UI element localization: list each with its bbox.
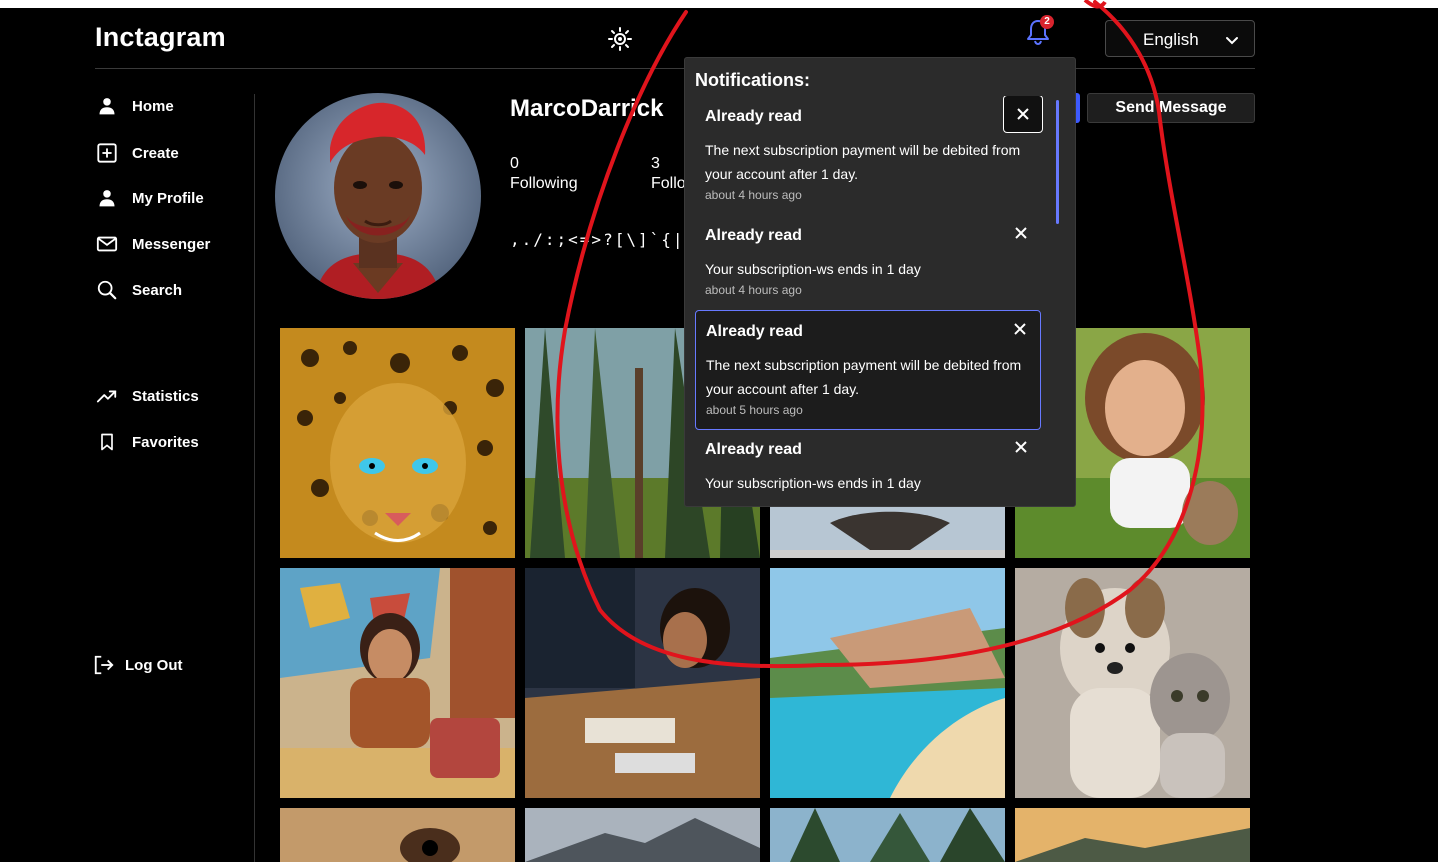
sidebar-item-label: Messenger xyxy=(132,235,211,253)
sidebar-item-home[interactable]: Home xyxy=(95,94,174,118)
logout-button[interactable]: Log Out xyxy=(92,653,182,677)
bookmark-icon xyxy=(95,430,119,454)
sidebar: Home Create My Profile Messenger Search … xyxy=(92,94,255,862)
notification-title: Already read xyxy=(705,441,802,458)
sidebar-item-statistics[interactable]: Statistics xyxy=(95,384,199,408)
person-icon xyxy=(95,94,119,118)
notification-title: Already read xyxy=(705,227,802,244)
notification-title: Already read xyxy=(706,323,803,340)
notification-time: about 4 hours ago xyxy=(705,188,802,202)
avatar[interactable] xyxy=(275,93,481,299)
header: Inctagram 2 English xyxy=(95,8,1255,69)
notification-title: Already read xyxy=(705,108,802,125)
sidebar-item-label: Favorites xyxy=(132,433,199,451)
sidebar-item-create[interactable]: Create xyxy=(95,141,179,165)
following-label: Following xyxy=(510,175,578,192)
sidebar-item-messenger[interactable]: Messenger xyxy=(95,232,210,256)
sidebar-item-search[interactable]: Search xyxy=(95,278,182,302)
language-select[interactable]: English xyxy=(1105,20,1255,57)
notification-body: Your subscription-ws ends in 1 day xyxy=(705,261,921,277)
post-image-mountain-clouds[interactable] xyxy=(525,808,760,862)
post-image-dog-cat[interactable] xyxy=(1015,568,1250,798)
language-select-value: English xyxy=(1143,30,1199,49)
mail-icon xyxy=(95,232,119,256)
send-message-button[interactable]: Send Message xyxy=(1087,93,1255,123)
close-icon[interactable] xyxy=(1013,225,1033,245)
post-image-dog-closeup[interactable] xyxy=(280,808,515,862)
notification-count-badge: 2 xyxy=(1040,15,1054,29)
notification-time: about 5 hours ago xyxy=(706,403,803,417)
following-stat[interactable]: 0 Following xyxy=(510,154,578,194)
app-logo[interactable]: Inctagram xyxy=(95,22,226,53)
notification-time: about 4 hours ago xyxy=(705,283,802,297)
sidebar-item-label: Search xyxy=(132,281,183,299)
notifications-scrollbar[interactable] xyxy=(1056,100,1059,224)
notification-item[interactable]: Already read Your subscription-ws ends i… xyxy=(695,429,1041,506)
logout-icon xyxy=(92,653,116,677)
search-icon xyxy=(95,278,119,302)
logout-label: Log Out xyxy=(125,656,183,674)
profile-bio: ,./:;<=>?[\]`{|} xyxy=(510,230,697,249)
browser-top-strip xyxy=(0,0,1438,8)
plus-square-icon xyxy=(95,141,119,165)
person-icon xyxy=(95,186,119,210)
notification-item[interactable]: Already read The next subscription payme… xyxy=(695,96,1043,214)
notification-body: The next subscription payment will be de… xyxy=(706,357,1022,397)
close-icon[interactable] xyxy=(1003,96,1043,133)
post-image-leopard[interactable] xyxy=(280,328,515,558)
trending-up-icon xyxy=(95,384,119,408)
profile-username: MarcoDarrick xyxy=(510,95,664,122)
notification-item[interactable]: Already read The next subscription payme… xyxy=(695,310,1041,430)
post-image-travel-woman[interactable] xyxy=(280,568,515,798)
notifications-title: Notifications: xyxy=(695,70,810,90)
sun-icon[interactable] xyxy=(607,26,633,52)
close-icon[interactable] xyxy=(1013,439,1033,459)
notifications-list[interactable]: Already read The next subscription payme… xyxy=(695,96,1057,506)
notifications-panel: Notifications: Already read The next sub… xyxy=(684,57,1076,507)
notification-body: Your subscription-ws ends in 1 day xyxy=(705,475,921,491)
sidebar-item-label: My Profile xyxy=(132,189,204,207)
notification-item[interactable]: Already read Your subscription-ws ends i… xyxy=(695,215,1041,309)
sidebar-item-label: Statistics xyxy=(132,387,199,405)
sidebar-item-favorites[interactable]: Favorites xyxy=(95,430,199,454)
post-image-woman-studying[interactable] xyxy=(525,568,760,798)
following-count: 0 xyxy=(510,155,519,172)
notification-body: The next subscription payment will be de… xyxy=(705,142,1021,182)
post-image-mountain-sunset[interactable] xyxy=(1015,808,1250,862)
post-image-pine-forest[interactable] xyxy=(770,808,1005,862)
sidebar-item-label: Home xyxy=(132,97,174,115)
close-icon[interactable] xyxy=(1012,321,1032,341)
post-image-beach[interactable] xyxy=(770,568,1005,798)
sidebar-item-label: Create xyxy=(132,144,179,162)
chevron-down-icon xyxy=(1224,32,1240,48)
sidebar-item-my-profile[interactable]: My Profile xyxy=(95,186,204,210)
